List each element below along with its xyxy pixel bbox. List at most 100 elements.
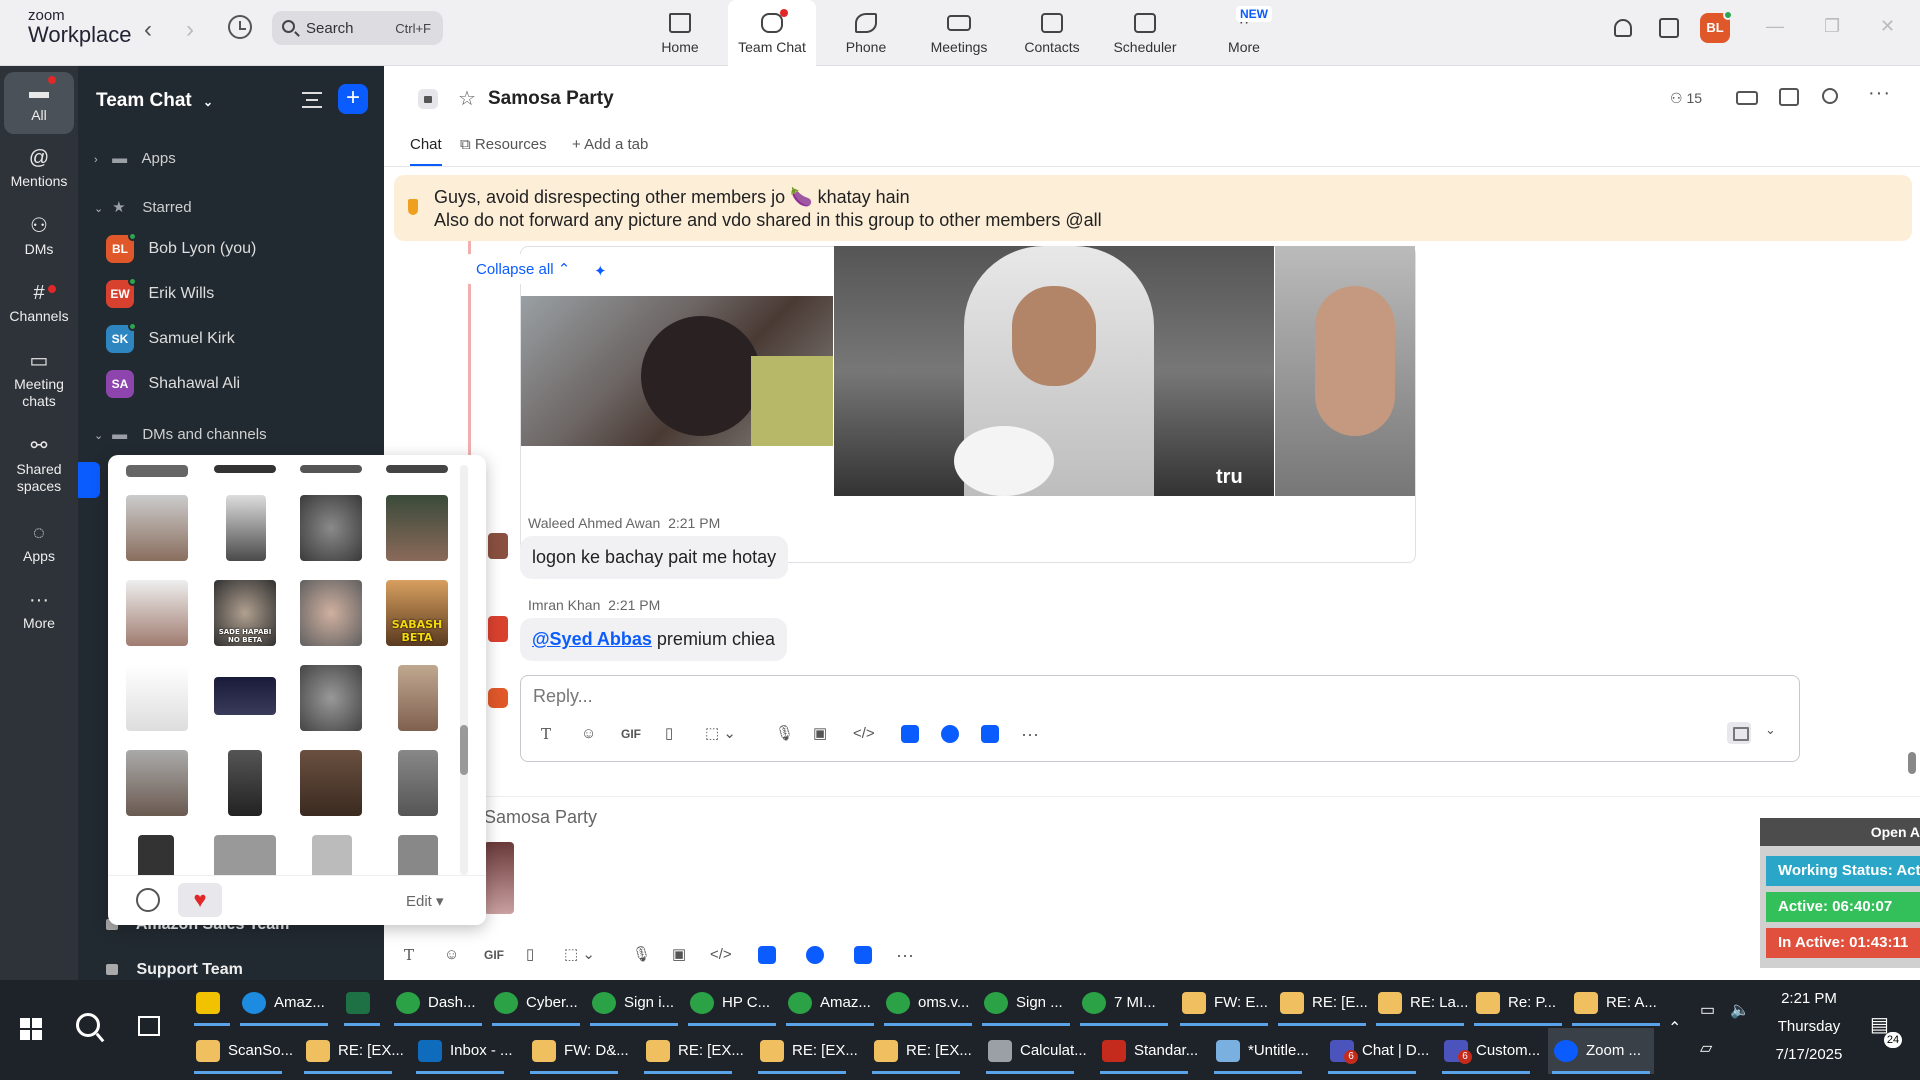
video-camera-icon[interactable] — [1736, 91, 1758, 105]
taskbar-item[interactable]: FW: E... — [1176, 980, 1272, 1026]
taskbar-item[interactable]: Amaz... — [236, 980, 332, 1026]
taskbar-item[interactable]: RE: [EX... — [754, 1028, 858, 1074]
taskbar-item[interactable]: RE: [E... — [1274, 980, 1370, 1026]
sidebar-item-support-team[interactable]: Support Team — [106, 961, 243, 979]
sticker[interactable] — [312, 835, 352, 875]
more-options-icon[interactable]: ··· — [1868, 82, 1891, 105]
nav-scheduler[interactable]: Scheduler — [1101, 0, 1189, 66]
taskbar-item[interactable]: RE: [EX... — [300, 1028, 404, 1074]
taskbar-item[interactable]: RE: La... — [1372, 980, 1468, 1026]
video-message-icon[interactable]: ▣ — [813, 723, 827, 745]
sidebar-item-shahawal-ali[interactable]: SA Shahawal Ali — [106, 370, 240, 400]
taskbar-item[interactable]: Re: P... — [1470, 980, 1566, 1026]
rail-apps[interactable]: ◌ Apps — [4, 521, 74, 565]
taskbar-item[interactable] — [190, 980, 234, 1026]
chevron-down-icon[interactable]: ⌄ — [1765, 722, 1776, 738]
forward-arrow-icon[interactable]: › — [186, 16, 194, 44]
app-icon[interactable] — [981, 725, 999, 743]
history-icon[interactable] — [228, 15, 252, 39]
more-options-icon[interactable]: ··· — [1021, 723, 1039, 745]
video-message-icon[interactable]: ▣ — [672, 944, 686, 966]
windows-start-icon[interactable] — [20, 1018, 42, 1040]
collapse-all-button[interactable]: Collapse all ⌃ — [466, 254, 581, 284]
filter-icon[interactable] — [302, 92, 322, 108]
rail-all[interactable]: ▬ All — [4, 72, 74, 134]
photo-thumbnail[interactable] — [521, 296, 833, 446]
taskbar-item[interactable]: ScanSo... — [190, 1028, 293, 1074]
calendar-icon[interactable] — [1779, 88, 1799, 106]
taskbar-item[interactable]: HP C... — [684, 980, 780, 1026]
sidebar-item-erik-wills[interactable]: EW Erik Wills — [106, 277, 214, 310]
sticker[interactable] — [228, 750, 262, 816]
volume-icon[interactable]: 🔈 — [1730, 1000, 1750, 1020]
photo-thumbnail[interactable] — [1275, 246, 1415, 496]
gif-icon[interactable]: GIF — [621, 723, 641, 745]
minimize-icon[interactable]: — — [1766, 16, 1784, 37]
nav-contacts[interactable]: Contacts — [1008, 0, 1096, 66]
bell-icon[interactable] — [1614, 19, 1632, 37]
taskbar-item[interactable]: *Untitle... — [1210, 1028, 1309, 1074]
nav-phone[interactable]: Phone — [822, 0, 910, 66]
status-widget-header[interactable]: Open A — [1760, 818, 1920, 846]
taskbar-item[interactable]: RE: [EX... — [640, 1028, 744, 1074]
sticker[interactable] — [126, 665, 188, 731]
taskbar-item[interactable]: Inbox - ... — [412, 1028, 513, 1074]
chevron-up-icon[interactable]: ⌃ — [1668, 1018, 1681, 1038]
sticker[interactable] — [300, 495, 362, 561]
back-arrow-icon[interactable]: ‹ — [144, 16, 152, 44]
taskbar-item[interactable]: FW: D&... — [526, 1028, 629, 1074]
sticker[interactable] — [214, 465, 276, 473]
rail-mentions[interactable]: @ Mentions — [4, 146, 74, 190]
nav-meetings[interactable]: Meetings — [915, 0, 1003, 66]
sticker[interactable] — [300, 580, 362, 646]
sticker[interactable] — [300, 665, 362, 731]
taskbar-item[interactable]: Sign ... — [978, 980, 1074, 1026]
microphone-icon[interactable]: 🎙 — [632, 944, 651, 966]
avatar[interactable] — [488, 533, 508, 559]
text-format-icon[interactable]: T — [404, 944, 414, 966]
text-format-icon[interactable]: T — [541, 723, 551, 745]
taskbar-item[interactable]: RE: [EX... — [868, 1028, 972, 1074]
send-icon[interactable] — [1727, 722, 1751, 744]
pinned-message-banner[interactable]: Guys, avoid disrespecting other members … — [394, 175, 1912, 241]
close-icon[interactable]: ✕ — [1880, 16, 1895, 37]
taskbar-item[interactable] — [340, 980, 384, 1026]
avatar[interactable] — [488, 616, 508, 642]
sidebar-item-samuel-kirk[interactable]: SK Samuel Kirk — [106, 322, 235, 355]
rail-shared-spaces[interactable]: ⚯ Shared spaces — [4, 434, 74, 495]
rail-more[interactable]: ··· More — [4, 588, 74, 632]
taskbar-item[interactable]: Dash... — [390, 980, 486, 1026]
edit-button[interactable]: Edit ▾ — [406, 892, 444, 910]
calendar-icon[interactable] — [1659, 18, 1679, 38]
section-apps[interactable]: › ▬ Apps — [94, 150, 176, 167]
photo-thumbnail[interactable]: tru — [834, 246, 1274, 496]
sticker[interactable] — [126, 495, 188, 561]
nav-home[interactable]: Home — [636, 0, 724, 66]
sticker[interactable]: SABASH BETA — [386, 580, 448, 646]
user-avatar[interactable]: BL — [1700, 10, 1733, 43]
taskbar-item[interactable]: RE: A... — [1568, 980, 1664, 1026]
file-icon[interactable]: ▯ — [665, 723, 673, 745]
sidebar-item-bob-lyon[interactable]: BL Bob Lyon (you) — [106, 232, 256, 265]
sticker[interactable] — [398, 665, 438, 731]
taskbar-item[interactable]: Amaz... — [782, 980, 878, 1026]
taskbar-item-zoom[interactable]: Zoom ... — [1548, 1028, 1654, 1074]
sticker[interactable] — [386, 495, 448, 561]
taskbar-item[interactable]: oms.v... — [880, 980, 976, 1026]
sticker[interactable] — [214, 835, 276, 875]
taskbar-item[interactable]: 6 Chat | D... — [1324, 1028, 1429, 1074]
sticker[interactable] — [126, 750, 188, 816]
search-icon[interactable] — [1822, 88, 1838, 104]
tab-chat[interactable]: Chat — [410, 136, 442, 166]
taskbar-item[interactable]: 7 MI... — [1076, 980, 1172, 1026]
task-view-icon[interactable] — [138, 1016, 160, 1036]
sticker[interactable] — [214, 677, 276, 715]
add-button[interactable]: + — [338, 84, 368, 114]
taskbar-item[interactable]: Sign i... — [586, 980, 682, 1026]
app-icon[interactable] — [806, 946, 824, 964]
microphone-icon[interactable]: 🎙 — [775, 723, 794, 745]
taskbar-item[interactable]: Calculat... — [982, 1028, 1087, 1074]
rail-channels[interactable]: # Channels — [4, 281, 74, 325]
rail-dms[interactable]: ⚇ DMs — [4, 214, 74, 258]
screenshot-icon[interactable]: ⬚ ⌄ — [564, 944, 595, 966]
